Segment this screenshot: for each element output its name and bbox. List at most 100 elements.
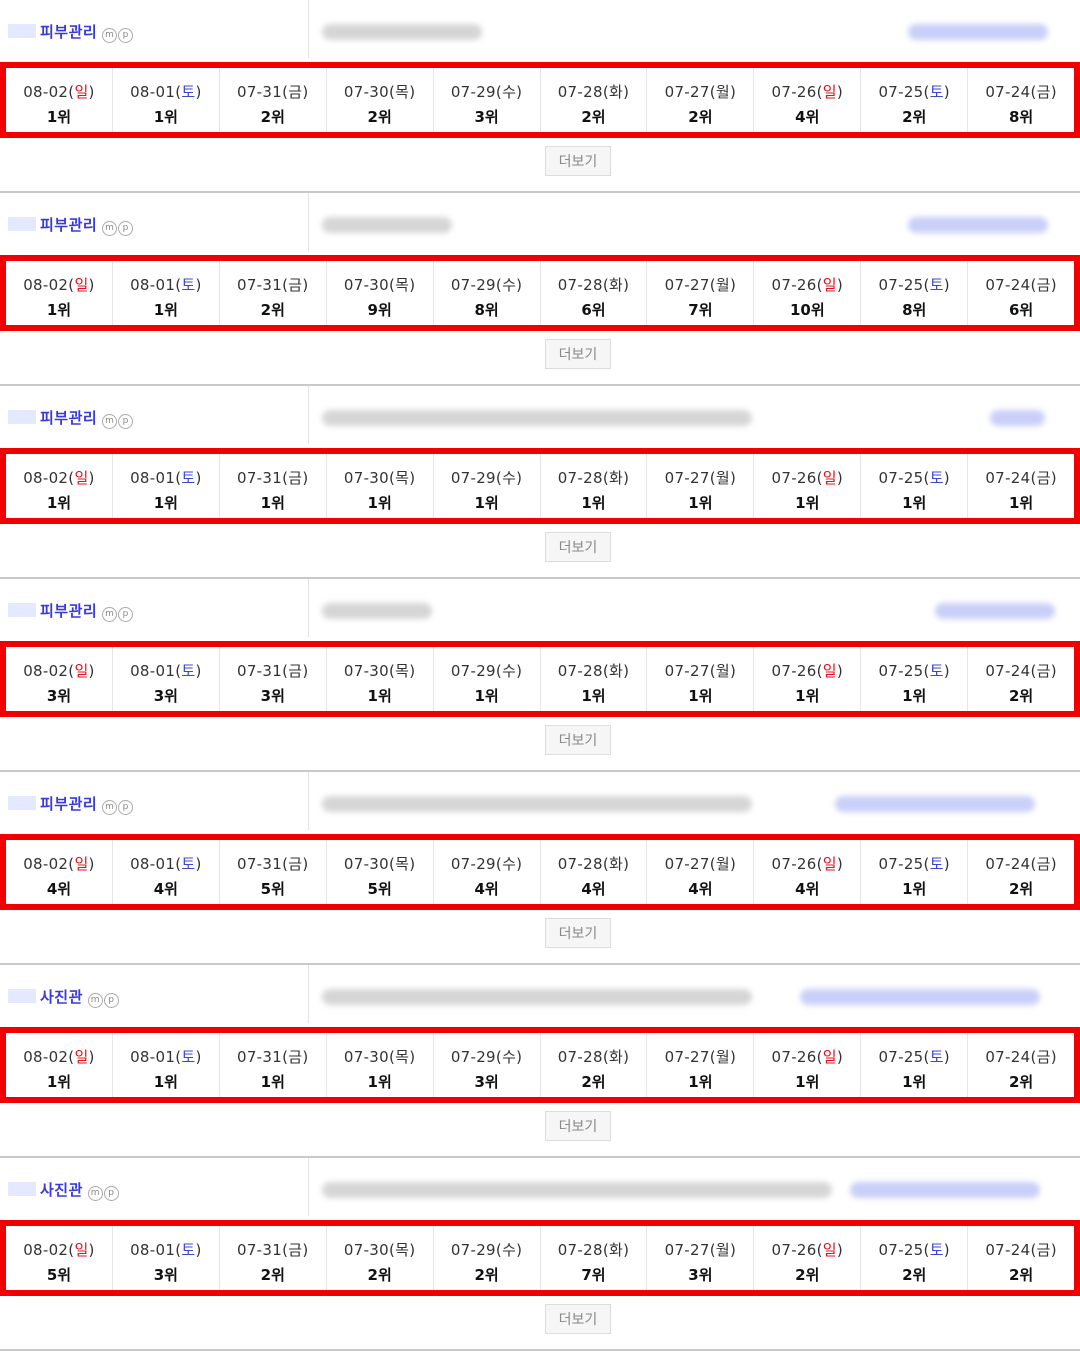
rank-date: 07-24(금) <box>985 83 1057 101</box>
rank-cell: 08-02(일) 1위 <box>6 68 113 132</box>
redacted-link[interactable] <box>990 410 1045 426</box>
keyword-label[interactable]: 사진관 m p <box>40 986 120 1008</box>
rank-date-value: 07-29 <box>450 83 496 101</box>
rank-date-value: 07-27 <box>664 83 710 101</box>
rank-date-value: 07-28 <box>557 83 603 101</box>
rank-cell: 08-02(일) 4위 <box>6 840 113 904</box>
rank-cell: 07-24(금) 1위 <box>968 454 1074 518</box>
rank-date: 07-25(토) <box>878 1048 950 1066</box>
mobile-icon: m <box>102 220 118 236</box>
redacted-marker <box>8 410 36 424</box>
rank-date-value: 07-24 <box>985 276 1031 294</box>
keyword-row: 사진관 m p <box>0 965 1080 1023</box>
mobile-icon: m <box>102 799 118 815</box>
more-button[interactable]: 더보기 <box>545 1111 611 1141</box>
rank-weekday: 화 <box>608 83 624 101</box>
rank-date-value: 07-27 <box>664 662 710 680</box>
rank-date-value: 07-31 <box>237 83 283 101</box>
rank-cell: 07-26(일) 1위 <box>754 454 862 518</box>
rank-date: 07-31(금) <box>237 1048 309 1066</box>
rank-date-value: 07-28 <box>557 1241 603 1259</box>
redacted-link[interactable] <box>908 24 1048 40</box>
rank-value: 2위 <box>1008 1073 1034 1091</box>
more-button[interactable]: 더보기 <box>545 725 611 755</box>
rank-date: 07-28(화) <box>557 276 630 294</box>
pc-icon: p <box>103 992 119 1008</box>
rank-date-value: 07-29 <box>450 1048 496 1066</box>
rank-date: 07-28(화) <box>557 469 630 487</box>
rank-date: 07-31(금) <box>237 1241 309 1259</box>
rank-value: 2위 <box>1008 1266 1034 1284</box>
keyword-label[interactable]: 피부관리 m p <box>40 407 134 429</box>
rank-weekday: 토 <box>181 83 196 101</box>
rank-value: 2위 <box>367 1266 392 1284</box>
redacted-link[interactable] <box>850 1182 1040 1198</box>
rank-date: 07-27(월) <box>664 1241 737 1259</box>
rank-value: 3위 <box>46 687 72 705</box>
rank-cell: 07-24(금) 8위 <box>968 68 1074 132</box>
redacted-link[interactable] <box>835 796 1035 812</box>
rank-value: 8위 <box>474 301 499 319</box>
rank-weekday: 월 <box>715 1241 730 1259</box>
keyword-label[interactable]: 피부관리 m p <box>40 600 134 622</box>
rank-date: 07-25(토) <box>878 83 950 101</box>
keyword-rank-block: 사진관 m p 08-02(일) 5위 08-01(토) 3위 07-31(금) 2위 07-30… <box>0 1158 1080 1351</box>
rank-cell: 07-26(일) 4위 <box>754 840 862 904</box>
redacted-url <box>322 217 452 233</box>
rank-weekday: 화 <box>608 276 624 294</box>
rank-cell: 08-02(일) 1위 <box>6 454 113 518</box>
more-button[interactable]: 더보기 <box>545 918 611 948</box>
rank-weekday: 월 <box>715 469 730 487</box>
keyword-label[interactable]: 피부관리 m p <box>40 21 134 43</box>
rank-date: 07-26(일) <box>771 83 844 101</box>
rank-value: 5위 <box>367 880 392 898</box>
redacted-url <box>322 796 752 812</box>
rank-value: 1위 <box>795 494 820 512</box>
keyword-row: 피부관리 m p <box>0 772 1080 830</box>
rank-value: 10위 <box>789 301 825 319</box>
rank-value: 5위 <box>46 1266 72 1284</box>
rank-date-value: 07-29 <box>450 1241 496 1259</box>
rank-date-value: 07-24 <box>985 1048 1031 1066</box>
more-button[interactable]: 더보기 <box>545 532 611 562</box>
rank-value: 3위 <box>474 108 499 126</box>
rank-cell: 07-25(토) 1위 <box>861 647 969 711</box>
pc-icon: p <box>103 1185 119 1201</box>
rank-value: 1위 <box>474 687 499 705</box>
rank-date: 08-02(일) <box>23 855 95 873</box>
redacted-link[interactable] <box>800 989 1040 1005</box>
rank-date: 07-24(금) <box>985 1241 1057 1259</box>
keyword-label[interactable]: 피부관리 m p <box>40 214 134 236</box>
more-button[interactable]: 더보기 <box>545 146 611 176</box>
more-button[interactable]: 더보기 <box>545 1304 611 1334</box>
redacted-link[interactable] <box>908 217 1048 233</box>
redacted-url <box>322 24 482 40</box>
rank-weekday: 목 <box>395 83 410 101</box>
rank-date: 07-26(일) <box>771 1048 844 1066</box>
rank-value: 1위 <box>260 494 285 512</box>
rank-weekday: 토 <box>181 1241 196 1259</box>
rank-date-value: 07-31 <box>237 469 283 487</box>
rank-date-value: 08-02 <box>23 662 69 680</box>
rank-date-value: 07-31 <box>237 1048 283 1066</box>
rank-date: 07-26(일) <box>771 855 844 873</box>
redacted-link[interactable] <box>935 603 1055 619</box>
mobile-pc-icons: mp <box>87 988 120 1008</box>
rank-cell: 07-29(수) 1위 <box>434 647 541 711</box>
rank-cell: 07-30(목) 2위 <box>327 68 434 132</box>
rank-date-value: 07-27 <box>664 276 710 294</box>
more-button[interactable]: 더보기 <box>545 339 611 369</box>
keyword-label[interactable]: 사진관 m p <box>40 1179 120 1201</box>
rank-cell: 07-24(금) 2위 <box>968 647 1074 711</box>
keyword-label[interactable]: 피부관리 m p <box>40 793 134 815</box>
rank-history-row: 08-02(일) 4위 08-01(토) 4위 07-31(금) 5위 07-30(목) 5위… <box>0 834 1080 910</box>
rank-date-value: 07-29 <box>450 276 496 294</box>
rank-date: 07-31(금) <box>237 83 309 101</box>
rank-date-value: 07-27 <box>664 1241 710 1259</box>
rank-cell: 08-01(토) 4위 <box>113 840 220 904</box>
rank-date: 07-28(화) <box>557 662 630 680</box>
rank-weekday: 일 <box>822 83 837 101</box>
rank-cell: 07-24(금) 2위 <box>968 1226 1074 1290</box>
rank-date: 07-26(일) <box>771 276 844 294</box>
rank-cell: 07-27(월) 1위 <box>647 647 755 711</box>
